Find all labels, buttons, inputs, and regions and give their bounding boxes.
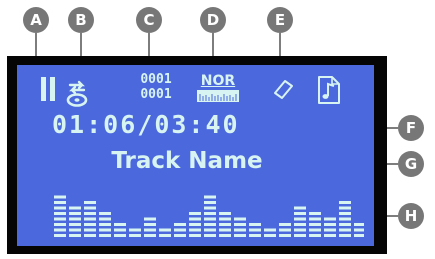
track-counter-current: 0001: [140, 72, 172, 87]
spectrum-bar: [324, 217, 336, 237]
spectrum-bar: [249, 223, 261, 237]
eq-ruler-icon: [197, 90, 239, 102]
track-counter-total: 0001: [140, 87, 172, 102]
spectrum-bar: [189, 212, 201, 237]
callout-g: G: [398, 151, 424, 177]
pause-icon: [41, 77, 57, 101]
callout-f: F: [398, 115, 424, 141]
spectrum-bar: [174, 223, 186, 237]
spectrum-bar: [129, 228, 141, 237]
lcd-screen: 0001 0001 NOR 01:06/03:40 Track Name: [17, 65, 374, 246]
tag-icon: [271, 78, 295, 106]
callout-e: E: [267, 7, 293, 33]
eq-mode-label: NOR: [200, 73, 236, 89]
playback-time: 01:06/03:40: [52, 111, 332, 139]
callout-b: B: [68, 7, 94, 33]
spectrum-bar: [294, 206, 306, 237]
callout-h: H: [398, 203, 424, 229]
track-counter: 0001 0001: [130, 72, 182, 102]
spectrum-bar: [69, 206, 81, 237]
callout-d: D: [200, 7, 226, 33]
spectrum-bar: [99, 212, 111, 237]
spectrum-bar: [219, 212, 231, 237]
spectrum-bar: [309, 212, 321, 237]
track-name: Track Name: [111, 148, 263, 174]
music-note-file-icon: [317, 75, 341, 109]
spectrum-bar: [234, 217, 246, 237]
spectrum-bar: [84, 201, 96, 237]
spectrum-analyzer: [54, 195, 364, 237]
elapsed-time: 01:06: [52, 110, 138, 139]
spectrum-bar: [354, 223, 364, 237]
spectrum-bar: [54, 195, 66, 237]
spectrum-bar: [204, 195, 216, 237]
spectrum-bar: [339, 201, 351, 237]
repeat-icon: [66, 77, 88, 111]
spectrum-bar: [114, 223, 126, 237]
callout-a: A: [23, 7, 49, 33]
callout-c: C: [136, 7, 162, 33]
spectrum-bar: [279, 223, 291, 237]
spectrum-bar: [264, 228, 276, 237]
spectrum-bar: [144, 217, 156, 237]
time-separator: /: [137, 110, 155, 139]
eq-mode-indicator: NOR: [197, 74, 239, 102]
total-time: 03:40: [154, 110, 240, 139]
spectrum-bar: [159, 228, 171, 237]
